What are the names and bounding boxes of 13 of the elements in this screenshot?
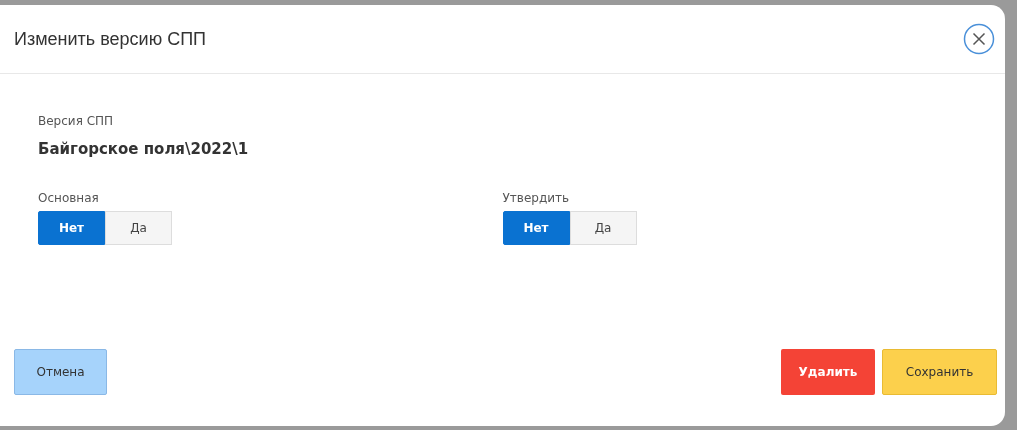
dialog-title: Изменить версию СПП bbox=[14, 28, 206, 50]
toggle-option[interactable]: Нет bbox=[502, 211, 570, 245]
cancel-button[interactable]: Отмена bbox=[14, 349, 107, 395]
delete-button[interactable]: Удалить bbox=[781, 349, 875, 395]
toggle-label: Основная bbox=[38, 191, 99, 205]
version-value: Байгорское поля\2022\1 bbox=[38, 140, 249, 158]
toggle-option[interactable]: Нет bbox=[38, 211, 105, 245]
toggle-label: Утвердить bbox=[502, 191, 570, 205]
close-icon[interactable] bbox=[963, 23, 995, 55]
toggle-option[interactable]: Да bbox=[105, 211, 172, 245]
field-label: Версия СПП bbox=[38, 114, 114, 128]
save-button[interactable]: Сохранить bbox=[882, 349, 997, 395]
toggle-option[interactable]: Да bbox=[569, 211, 637, 245]
